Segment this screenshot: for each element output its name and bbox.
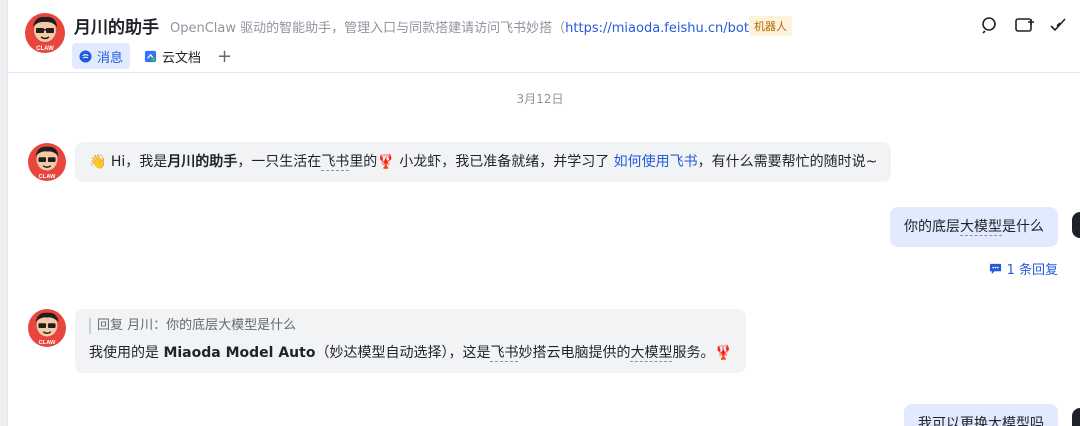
lobster-emoji: 🦞	[377, 154, 395, 170]
msg1-bot-name: 月川的助手	[167, 154, 238, 170]
lobster-emoji: 🦞	[714, 345, 732, 361]
bot-badge: 机器人	[749, 16, 792, 36]
reply-count-label: 1 条回复	[1006, 263, 1058, 278]
msg2-pre: 你的底层	[904, 219, 960, 235]
bot-avatar-msg3[interactable]: CLAW	[28, 309, 66, 347]
msg3-part4: 服务。	[672, 345, 715, 361]
description-prefix: OpenClaw 驱动的智能助手，管理入口与同款搭建请访问飞书妙搭（	[170, 21, 566, 36]
wave-emoji: 👋	[89, 154, 107, 170]
msg1-part2: ，一只生活在	[237, 154, 322, 170]
msg3-part3: 妙搭云电脑提供的	[518, 345, 631, 361]
message-bubble-bot-1[interactable]: 👋 Hi，我是月川的助手，一只生活在飞书里的🦞 小龙虾，我已准备就绪，并学习了 …	[75, 142, 892, 182]
message-bubble-bot-2[interactable]: 回复 月川：你的底层大模型是什么 我使用的是 Miaoda Model Auto…	[75, 309, 746, 373]
chat-description: OpenClaw 驱动的智能助手，管理入口与同款搭建请访问飞书妙搭（https:…	[170, 17, 762, 36]
message-icon	[79, 49, 92, 63]
tab-messages-label: 消息	[97, 50, 124, 66]
add-tab-button[interactable]: +	[213, 43, 236, 69]
add-chat-icon[interactable]	[1013, 14, 1035, 36]
left-sidebar-strip	[0, 0, 8, 426]
user-avatar-edge-2[interactable]	[1072, 408, 1080, 426]
msg1-part3: 里的	[349, 154, 378, 170]
tab-messages[interactable]: 消息	[72, 43, 131, 69]
msg1-part5: ，有什么需要帮忙的随时说~	[697, 154, 878, 170]
msg2-post: 是什么	[1002, 219, 1044, 235]
msg3-model-name: Miaoda Model Auto	[163, 345, 316, 361]
tab-docs-label: 云文档	[162, 50, 202, 66]
msg3-part2: （妙达模型自动选择），这是	[315, 345, 491, 361]
doc-icon	[144, 50, 157, 62]
chat-title: 月川的助手	[74, 18, 159, 38]
thread-reply-count[interactable]: 1 条回复	[989, 259, 1058, 278]
msg3-part1: 我使用的是	[89, 345, 164, 361]
user-avatar-edge[interactable]	[1072, 212, 1080, 238]
message-bubble-user-2[interactable]: 我可以更换大模型吗	[904, 404, 1058, 426]
bot-avatar[interactable]: CLAW	[25, 13, 65, 53]
msg2-term-model[interactable]: 大模型	[960, 219, 1002, 236]
msg3-term-model[interactable]: 大模型	[630, 345, 673, 362]
tab-docs[interactable]: 云文档	[137, 43, 208, 69]
svg-text:CLAW: CLAW	[39, 340, 56, 346]
chat-header: CLAW 月川的助手 OpenClaw 驱动的智能助手，管理入口与同款搭建请访问…	[8, 0, 1080, 73]
msg1-link[interactable]: 如何使用飞书	[614, 154, 698, 170]
reply-quote[interactable]: 回复 月川：你的底层大模型是什么	[89, 318, 732, 334]
bot-avatar-msg1[interactable]: CLAW	[28, 143, 66, 181]
svg-text:CLAW: CLAW	[36, 46, 54, 52]
msg3-term-feishu[interactable]: 飞书	[490, 345, 519, 362]
comment-icon	[989, 263, 1001, 275]
message-bubble-user-1[interactable]: 你的底层大模型是什么	[890, 207, 1058, 247]
date-separator: 3月12日	[516, 92, 564, 106]
search-icon[interactable]	[979, 14, 1001, 36]
svg-text:CLAW: CLAW	[39, 174, 56, 180]
msg4-text: 我可以更换大模型吗	[918, 416, 1044, 426]
msg1-term-feishu[interactable]: 飞书	[321, 154, 350, 171]
msg3-body: 我使用的是 Miaoda Model Auto（妙达模型自动选择），这是飞书妙搭…	[89, 342, 732, 364]
msg1-part1: Hi，我是	[106, 154, 168, 170]
msg1-part4: 小龙虾，我已准备就绪，并学习了	[394, 154, 614, 170]
description-link[interactable]: https://miaoda.feishu.cn/bot	[565, 21, 749, 36]
more-icon[interactable]	[1047, 14, 1069, 36]
